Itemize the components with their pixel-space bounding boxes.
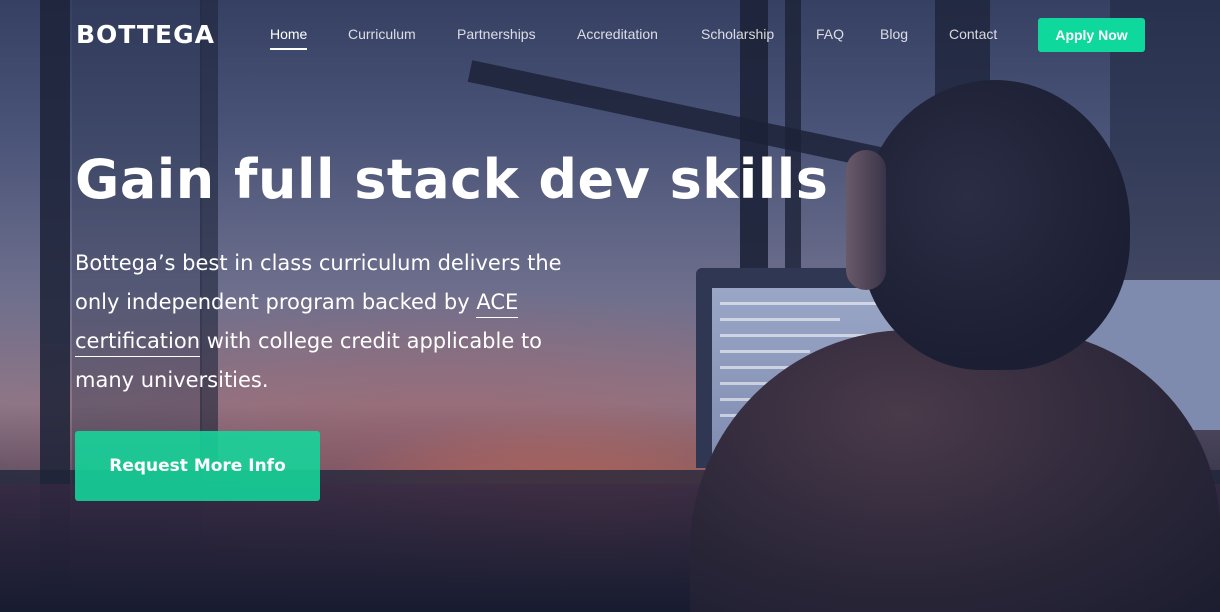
nav-item-partnerships[interactable]: Partnerships — [457, 26, 536, 42]
top-navigation: BOTTEGA Home Curriculum Partnerships Acc… — [0, 0, 1220, 70]
headphones — [846, 150, 886, 290]
nav-item-blog[interactable]: Blog — [880, 26, 908, 42]
nav-item-curriculum[interactable]: Curriculum — [348, 26, 416, 42]
nav-item-accreditation[interactable]: Accreditation — [577, 26, 658, 42]
brand-logo[interactable]: BOTTEGA — [76, 20, 215, 49]
person-head — [860, 80, 1130, 370]
hero-description: Bottega’s best in class curriculum deliv… — [75, 244, 575, 400]
apply-now-button[interactable]: Apply Now — [1038, 18, 1145, 52]
hero-section: BOTTEGA Home Curriculum Partnerships Acc… — [0, 0, 1220, 612]
hero-headline: Gain full stack dev skills — [75, 148, 829, 211]
nav-item-faq[interactable]: FAQ — [816, 26, 844, 42]
nav-item-contact[interactable]: Contact — [949, 26, 997, 42]
nav-item-scholarship[interactable]: Scholarship — [701, 26, 774, 42]
nav-item-home[interactable]: Home — [270, 26, 308, 50]
request-more-info-button[interactable]: Request More Info — [75, 431, 320, 501]
